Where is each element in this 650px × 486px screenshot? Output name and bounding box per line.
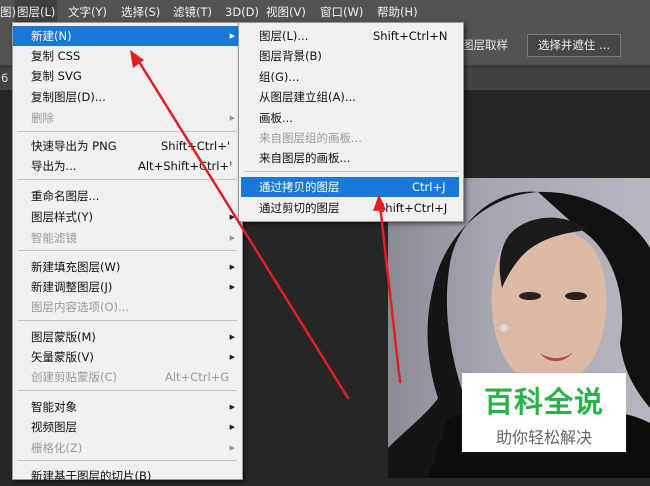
annotation-arrows [130, 50, 402, 400]
arrow-line-to-layer-via-copy [378, 203, 402, 384]
arrowhead-icon [373, 194, 386, 211]
arrow-line-to-new [136, 58, 350, 400]
